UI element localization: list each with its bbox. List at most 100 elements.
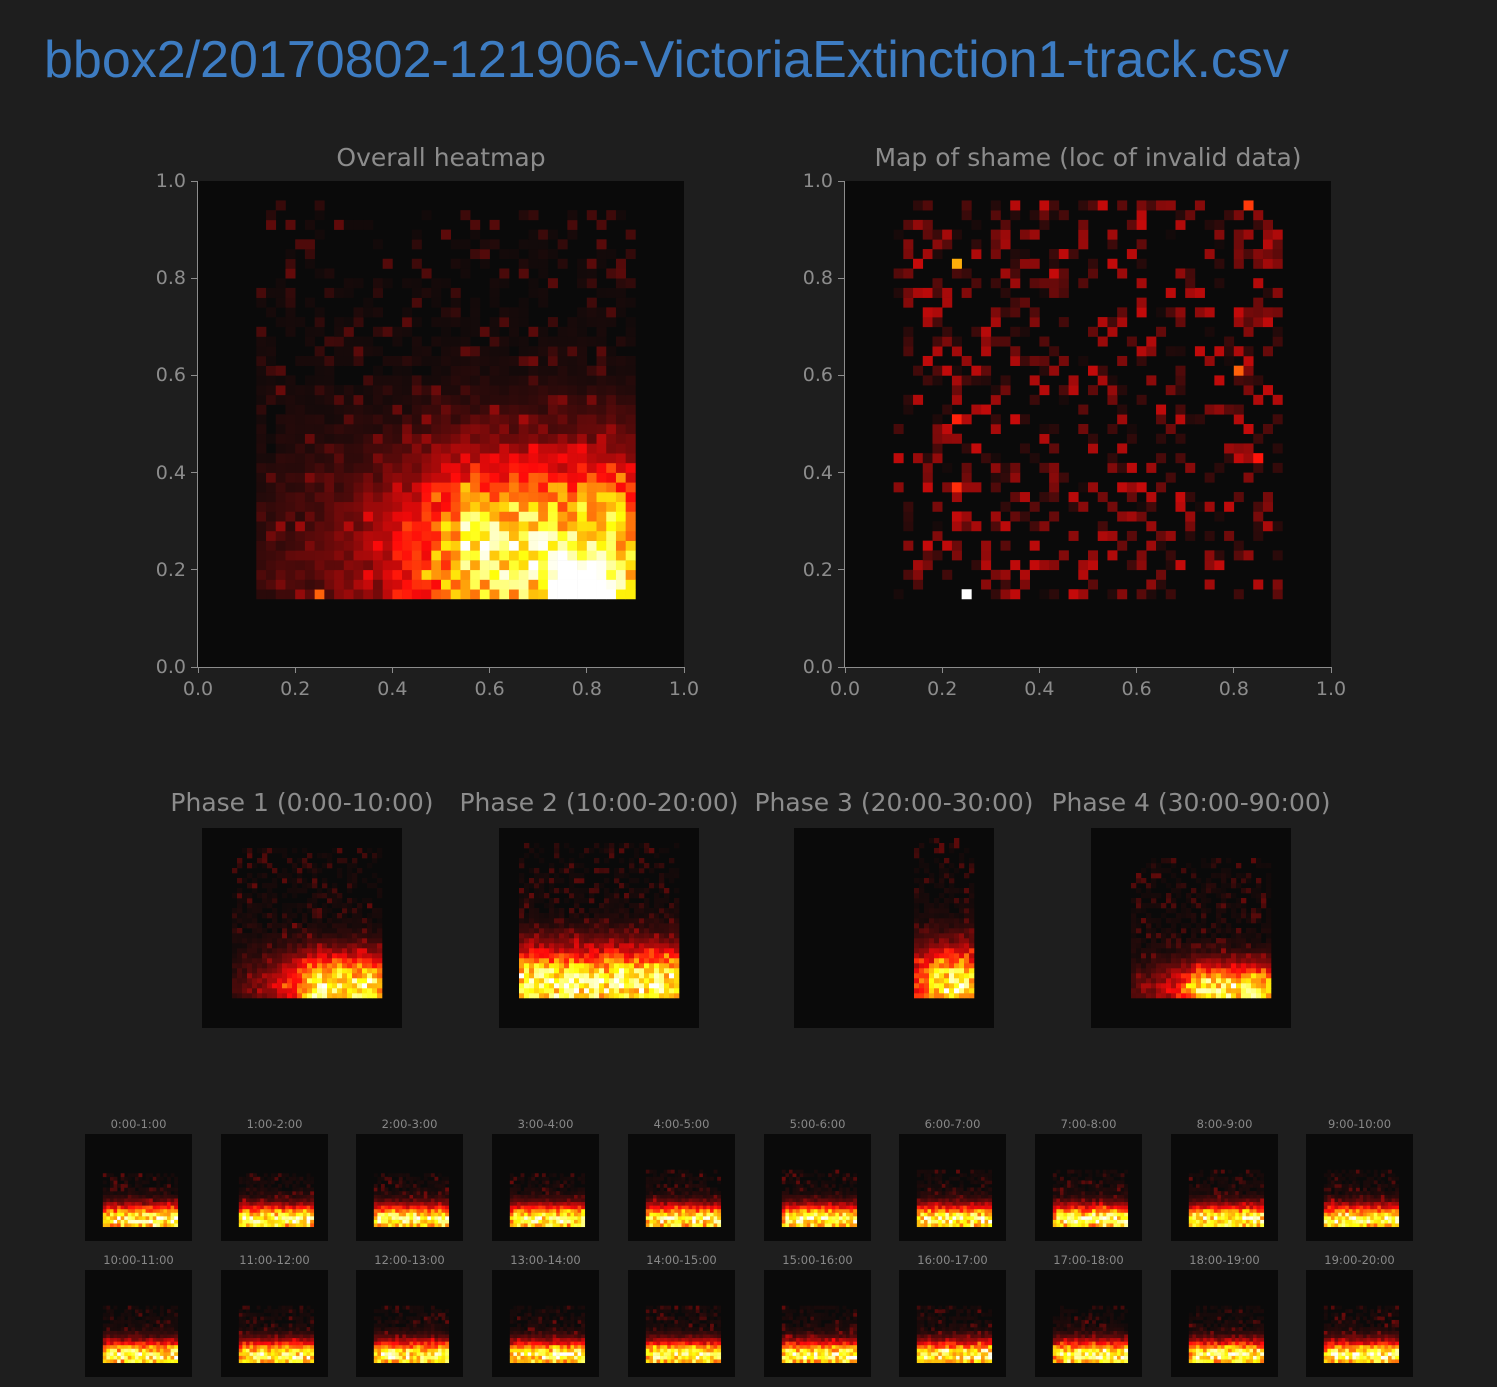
- heatmap-cell: [1206, 883, 1212, 889]
- heatmap-cell: [263, 1173, 268, 1178]
- heatmap-cell: [539, 958, 545, 964]
- heatmap-cell: [554, 873, 560, 879]
- heatmap-cell: [1126, 492, 1137, 503]
- heatmap-cell: [538, 287, 549, 298]
- heatmap-cell: [411, 355, 422, 366]
- heatmap-cell: [1233, 229, 1244, 240]
- heatmap-cell: [624, 988, 630, 994]
- heatmap-cell: [990, 394, 1001, 405]
- heatmap-cell: [1214, 560, 1225, 571]
- heatmap-cell: [586, 365, 597, 376]
- heatmap-cell: [159, 1176, 164, 1181]
- heatmap-cell: [1186, 963, 1192, 969]
- heatmap-cell: [615, 462, 626, 473]
- heatmap-cell: [606, 375, 617, 386]
- heatmap-cell: [1251, 968, 1257, 974]
- heatmap-cell: [237, 963, 243, 969]
- heatmap-cell: [659, 888, 665, 894]
- heatmap-cell: [577, 453, 588, 464]
- heatmap-cell: [1251, 888, 1257, 894]
- heatmap-cell: [518, 307, 529, 318]
- heatmap-cell: [332, 973, 338, 979]
- heatmap-cell: [674, 948, 680, 954]
- heatmap-cell: [539, 928, 545, 934]
- heatmap-cell: [619, 848, 625, 854]
- heatmap-cell: [539, 988, 545, 994]
- heatmap-cell: [1246, 933, 1252, 939]
- heatmap-cell: [1256, 898, 1262, 904]
- heatmap-cell: [1266, 928, 1272, 934]
- heatmap-cell: [1204, 355, 1215, 366]
- heatmap-cell: [1201, 973, 1207, 979]
- heatmap-cell: [594, 973, 600, 979]
- heatmap-cell: [405, 1208, 410, 1213]
- heatmap-cell: [382, 394, 393, 405]
- heatmap-cell: [1088, 365, 1099, 376]
- heatmap-cell: [509, 443, 520, 454]
- heatmap-cell: [445, 1212, 450, 1217]
- heatmap-cell: [614, 888, 620, 894]
- heatmap-cell: [434, 1180, 439, 1185]
- heatmap-cell: [253, 1208, 257, 1213]
- heatmap-cell: [382, 540, 393, 551]
- heatmap-cell: [1256, 893, 1262, 899]
- heatmap-cell: [919, 863, 925, 869]
- heatmap-cell: [499, 560, 510, 571]
- heatmap-cell: [1261, 953, 1267, 959]
- heatmap-cell: [120, 1183, 125, 1188]
- heatmap-cell: [353, 501, 364, 512]
- heatmap-cell: [304, 375, 315, 386]
- heatmap-cell: [579, 863, 585, 869]
- heatmap-cell: [431, 521, 442, 532]
- heatmap-cell: [402, 326, 413, 337]
- heatmap-cell: [669, 858, 675, 864]
- heatmap-cell: [939, 933, 945, 939]
- heatmap-cell: [615, 258, 626, 269]
- heatmap-cell: [538, 472, 549, 483]
- heatmap-cell: [373, 1212, 378, 1217]
- heatmap-cell: [272, 993, 278, 999]
- heatmap-cell: [1243, 200, 1254, 211]
- heatmap-cell: [470, 249, 481, 260]
- heatmap-cell: [1166, 993, 1172, 999]
- heatmap-cell: [949, 888, 955, 894]
- heatmap-cell: [538, 492, 549, 503]
- heatmap-cell: [518, 258, 529, 269]
- heatmap-cell: [615, 579, 626, 590]
- heatmap-cell: [971, 375, 982, 386]
- heatmap-cell: [237, 958, 243, 964]
- heatmap-cell: [1221, 868, 1227, 874]
- heatmap-cell: [1196, 958, 1202, 964]
- heatmap-cell: [395, 1208, 400, 1213]
- heatmap-cell: [420, 1223, 425, 1228]
- heatmap-cell: [120, 1191, 125, 1195]
- heatmap-cell: [1000, 569, 1011, 580]
- heatmap-cell: [402, 1198, 407, 1203]
- heatmap-cell: [586, 521, 597, 532]
- heatmap-cell: [539, 918, 545, 924]
- heatmap-cell: [372, 983, 378, 989]
- heatmap-cell: [441, 589, 452, 600]
- heatmap-cell: [615, 385, 626, 396]
- heatmap-cell: [377, 1216, 382, 1220]
- heatmap-cell: [1176, 973, 1182, 979]
- heatmap-cell: [1231, 973, 1237, 979]
- heatmap-cell: [470, 346, 481, 357]
- heatmap-cell: [270, 1223, 275, 1228]
- heatmap-cell: [292, 988, 298, 994]
- heatmap-cell: [499, 317, 510, 328]
- heatmap-cell: [519, 908, 525, 914]
- heatmap-cell: [287, 938, 293, 944]
- heatmap-cell: [392, 530, 403, 541]
- heatmap-cell: [639, 988, 645, 994]
- heatmap-cell: [270, 1201, 275, 1206]
- heatmap-cell: [332, 943, 338, 949]
- heatmap-cell: [557, 550, 568, 561]
- heatmap-cell: [489, 394, 500, 405]
- heatmap-cell: [334, 589, 345, 600]
- heatmap-cell: [377, 933, 383, 939]
- heatmap-cell: [1136, 938, 1142, 944]
- heatmap-cell: [421, 443, 432, 454]
- heatmap-cell: [606, 394, 617, 405]
- heatmap-cell: [674, 978, 680, 984]
